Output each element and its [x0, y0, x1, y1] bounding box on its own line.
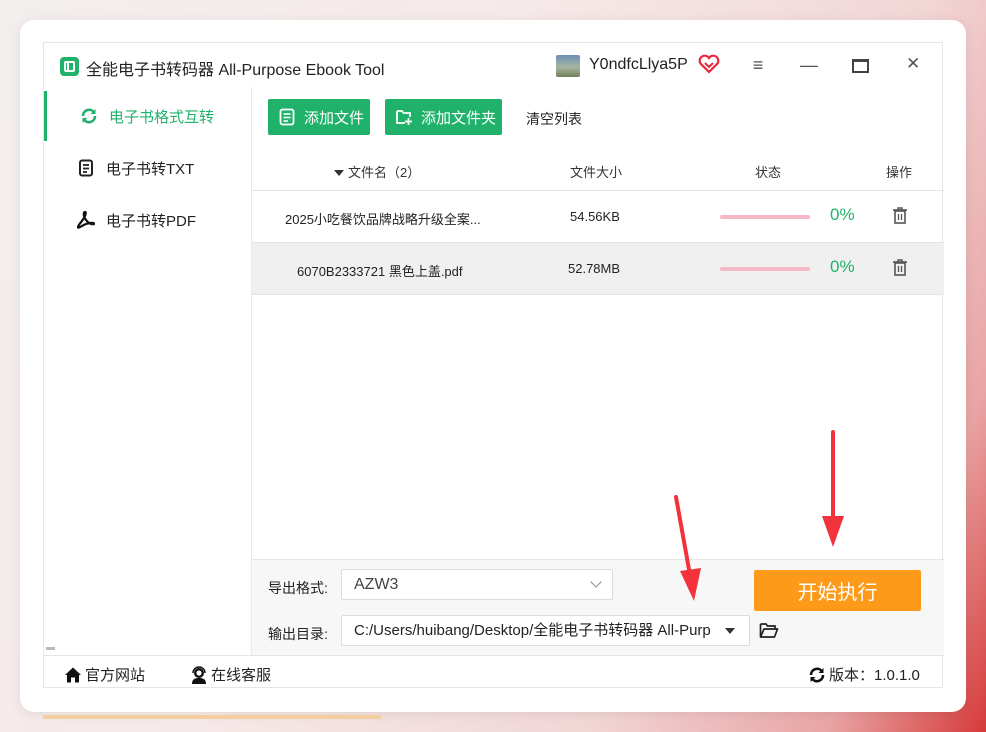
maximize-icon[interactable] [852, 59, 869, 73]
caret-down-icon [725, 628, 735, 634]
title-bar: 全能电子书转码器 All-Purpose Ebook Tool Y0ndfcLl… [44, 43, 944, 87]
vip-heart-icon[interactable] [698, 54, 720, 74]
app-title: 全能电子书转码器 All-Purpose Ebook Tool [86, 62, 385, 79]
sidebar-item-to-txt[interactable]: 电子书转TXT [44, 143, 252, 193]
refresh-icon [81, 108, 97, 124]
document-icon [79, 159, 93, 177]
sidebar-scrollbar[interactable] [46, 647, 55, 650]
version-info[interactable]: 版本：1.0.1.0 [808, 664, 920, 685]
output-dir-select[interactable]: C:/Users/huibang/Desktop/全能电子书转码器 All-Pu… [341, 615, 750, 646]
file-name: 2025小吃餐饮品牌战略升级全案... [285, 212, 481, 227]
decorative-underline [43, 715, 381, 719]
progress-bar [720, 215, 810, 219]
add-folder-icon [396, 110, 412, 125]
version-label: 版本：1.0.1.0 [829, 667, 920, 684]
home-icon [65, 667, 81, 682]
progress-percent: 0% [830, 257, 855, 276]
file-size: 52.78MB [568, 261, 621, 276]
start-button[interactable]: 开始执行 [754, 570, 921, 611]
file-name: 6070B2333721 黑色上盖.pdf [297, 264, 463, 279]
sort-down-icon [334, 170, 344, 176]
output-settings-panel: 导出格式: AZW3 输出目录: C:/Users/huibang/Deskto… [252, 559, 944, 655]
clear-list-button[interactable]: 清空列表 [526, 109, 582, 129]
sidebar: 电子书格式互转 电子书转TXT 电子书转PDF [44, 87, 252, 655]
app-logo-icon [60, 57, 79, 76]
add-file-label: 添加文件 [304, 109, 365, 127]
menu-icon[interactable]: ≡ [748, 55, 768, 76]
dir-label: 输出目录: [268, 626, 328, 642]
add-file-button[interactable]: 添加文件 [268, 99, 370, 135]
progress-percent: 0% [830, 205, 855, 224]
acrobat-icon [77, 211, 95, 229]
trash-icon[interactable] [892, 206, 908, 224]
trash-icon[interactable] [892, 258, 908, 276]
action-column-header: 操作 [886, 165, 913, 180]
status-column-header: 状态 [755, 165, 782, 180]
output-dir-value: C:/Users/huibang/Desktop/全能电子书转码器 All-Pu… [354, 622, 710, 639]
name-column-header[interactable]: 文件名（2） [334, 162, 420, 181]
support-agent-icon [192, 665, 206, 684]
annotation-arrow-icon [674, 495, 701, 601]
online-support-link[interactable]: 在线客服 [190, 664, 271, 685]
refresh-icon [809, 667, 825, 682]
file-table-header: 文件名（2） 文件大小 状态 操作 [252, 149, 944, 191]
table-row[interactable]: 2025小吃餐饮品牌战略升级全案... 54.56KB 0% [252, 191, 944, 243]
sidebar-item-label: 电子书转TXT [106, 160, 195, 178]
format-label: 导出格式: [268, 580, 328, 596]
website-label: 官方网站 [85, 667, 146, 684]
close-icon[interactable]: ✕ [906, 54, 920, 74]
chevron-down-icon [590, 576, 602, 588]
file-size: 54.56KB [570, 209, 620, 224]
add-folder-label: 添加文件夹 [421, 109, 497, 127]
footer: 官方网站 在线客服 版本：1.0.1.0 [44, 655, 944, 689]
official-website-link[interactable]: 官方网站 [64, 664, 145, 685]
sidebar-item-label: 电子书转PDF [106, 212, 197, 230]
sidebar-item-format-convert[interactable]: 电子书格式互转 [44, 91, 252, 141]
sidebar-item-to-pdf[interactable]: 电子书转PDF [44, 195, 252, 245]
open-folder-icon[interactable] [759, 622, 779, 639]
format-value: AZW3 [354, 576, 399, 593]
size-column-header: 文件大小 [570, 165, 623, 180]
add-folder-button[interactable]: 添加文件夹 [385, 99, 502, 135]
sidebar-item-label: 电子书格式互转 [109, 108, 215, 126]
app-window: 全能电子书转码器 All-Purpose Ebook Tool Y0ndfcLl… [43, 42, 944, 689]
annotation-arrow-icon [822, 430, 844, 547]
add-file-icon [279, 108, 295, 126]
minimize-icon[interactable]: — [800, 55, 818, 76]
support-label: 在线客服 [211, 667, 272, 684]
format-select[interactable]: AZW3 [341, 569, 613, 600]
username[interactable]: Y0ndfcLlya5P [589, 56, 688, 74]
progress-bar [720, 267, 810, 271]
avatar[interactable] [556, 55, 580, 77]
table-row[interactable]: 6070B2333721 黑色上盖.pdf 52.78MB 0% [252, 243, 944, 295]
